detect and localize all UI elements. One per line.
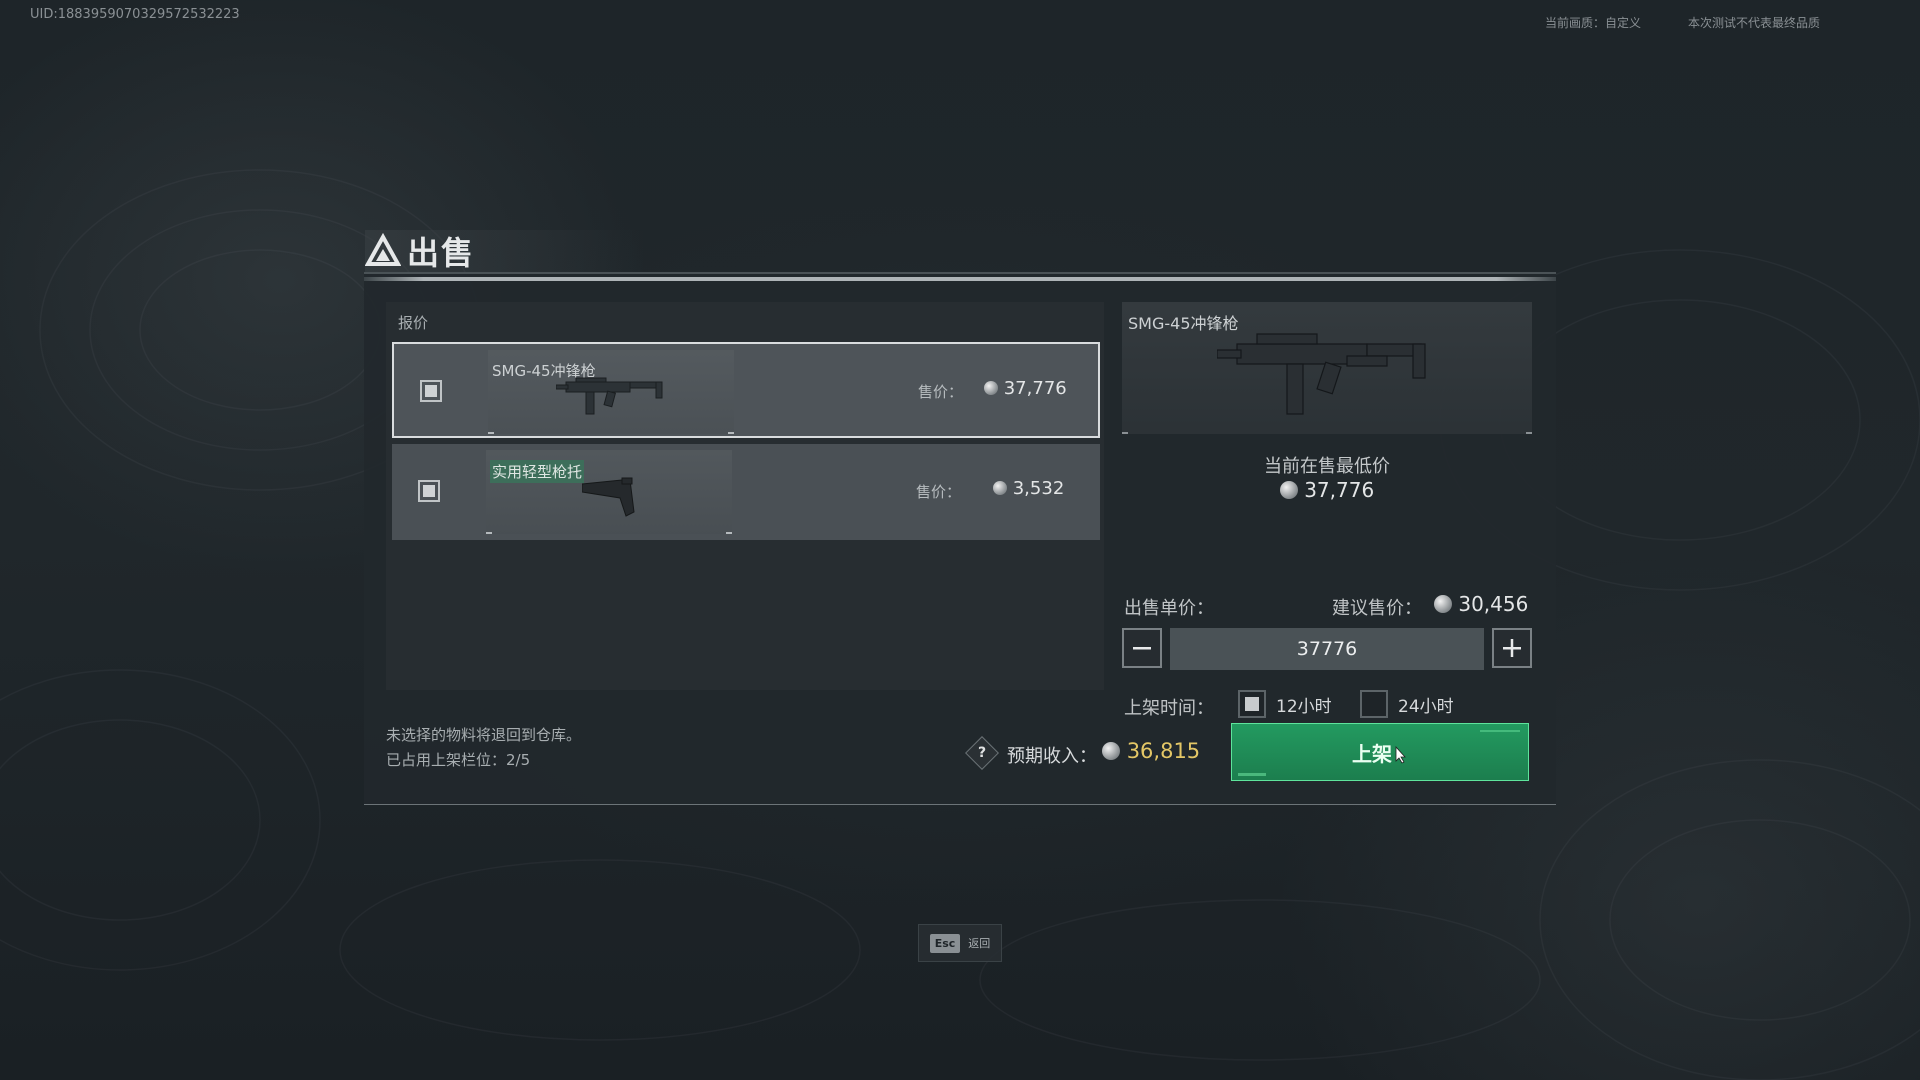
- test-notice: 本次测试不代表最终品质: [1688, 16, 1821, 30]
- list-button-label: 上架: [1352, 741, 1392, 766]
- item-name: SMG-45冲锋枪: [492, 362, 596, 380]
- suggested-price-value: 30,456: [1458, 592, 1529, 616]
- item-thumbnail: 实用轻型枪托: [486, 450, 732, 534]
- decrease-price-button[interactable]: [1122, 628, 1162, 668]
- item-name: 实用轻型枪托: [490, 460, 585, 483]
- quality-label: 当前画质：自定义: [1545, 16, 1642, 30]
- duration-option-label: 12小时: [1276, 696, 1332, 717]
- duration-checkbox[interactable]: [1238, 690, 1266, 718]
- uid-label: UID:1883959070329572532223: [30, 7, 240, 22]
- duration-label: 上架时间：: [1124, 698, 1214, 719]
- suggested-price-label: 建议售价：: [1332, 598, 1422, 619]
- coin-icon: [993, 481, 1007, 495]
- lowest-price: 37,776: [1122, 478, 1532, 502]
- plus-icon: [1503, 639, 1521, 657]
- duration-option-24h[interactable]: 24小时: [1360, 690, 1454, 718]
- lowest-price-label: 当前在售最低价: [1264, 456, 1390, 477]
- expected-income-value: 36,815: [1126, 739, 1201, 763]
- cursor-icon: [1395, 746, 1406, 764]
- duration-option-label: 24小时: [1398, 696, 1454, 717]
- dialog-title: 出售: [407, 234, 476, 272]
- list-item[interactable]: SMG-45冲锋枪 售价： 37,776: [392, 342, 1100, 438]
- item-price-label: 售价：: [918, 383, 964, 401]
- quote-list: 报价 SMG-45冲锋枪 售价： 37,776 实用轻型枪托 售价： 3,532: [386, 302, 1104, 690]
- item-price-value: 37,776: [1003, 378, 1067, 399]
- list-for-sale-button[interactable]: 上架: [1231, 723, 1529, 781]
- unselected-notice: 未选择的物料将退回到仓库。: [386, 726, 582, 744]
- sell-triangle-icon: [365, 233, 401, 266]
- smg-icon: [1217, 333, 1426, 415]
- lowest-price-value: 37,776: [1304, 478, 1375, 502]
- coin-icon: [1102, 742, 1120, 760]
- item-checkbox[interactable]: [420, 380, 442, 402]
- item-price: 3,532: [993, 478, 1064, 499]
- item-preview: SMG-45冲锋枪: [1122, 302, 1532, 434]
- list-item[interactable]: 实用轻型枪托 售价： 3,532: [392, 444, 1100, 540]
- item-price-value: 3,532: [1012, 478, 1065, 499]
- slots-used: 已占用上架栏位：2/5: [386, 751, 531, 769]
- stock-icon: [582, 477, 635, 517]
- coin-icon: [984, 381, 998, 395]
- panel-top-highlight: [364, 277, 1556, 281]
- dialog-title-bar: 出售: [365, 230, 645, 272]
- item-thumbnail: SMG-45冲锋枪: [488, 350, 734, 434]
- expected-income: 36,815: [1102, 739, 1200, 763]
- coin-icon: [1279, 481, 1298, 499]
- item-price: 37,776: [984, 378, 1067, 399]
- help-icon[interactable]: ?: [965, 736, 999, 770]
- panel-top-border: [364, 272, 1556, 274]
- quote-label: 报价: [398, 314, 429, 332]
- item-price-label: 售价：: [916, 483, 962, 501]
- suggested-price: 30,456: [1434, 592, 1528, 616]
- esc-back-hint[interactable]: Esc 返回: [918, 924, 1002, 962]
- expected-income-label: 预期收入：: [1007, 746, 1097, 767]
- minus-icon: [1133, 647, 1151, 650]
- increase-price-button[interactable]: [1492, 628, 1532, 668]
- duration-option-12h[interactable]: 12小时: [1238, 690, 1332, 718]
- esc-key-icon: Esc: [929, 933, 961, 953]
- unit-price-label: 出售单价：: [1124, 598, 1214, 619]
- coin-icon: [1434, 595, 1452, 613]
- unit-price-input[interactable]: [1170, 628, 1484, 670]
- back-label: 返回: [968, 937, 991, 950]
- sell-dialog: 报价 SMG-45冲锋枪 售价： 37,776 实用轻型枪托 售价： 3,532…: [364, 272, 1556, 805]
- duration-checkbox[interactable]: [1360, 690, 1388, 718]
- item-checkbox[interactable]: [418, 480, 440, 502]
